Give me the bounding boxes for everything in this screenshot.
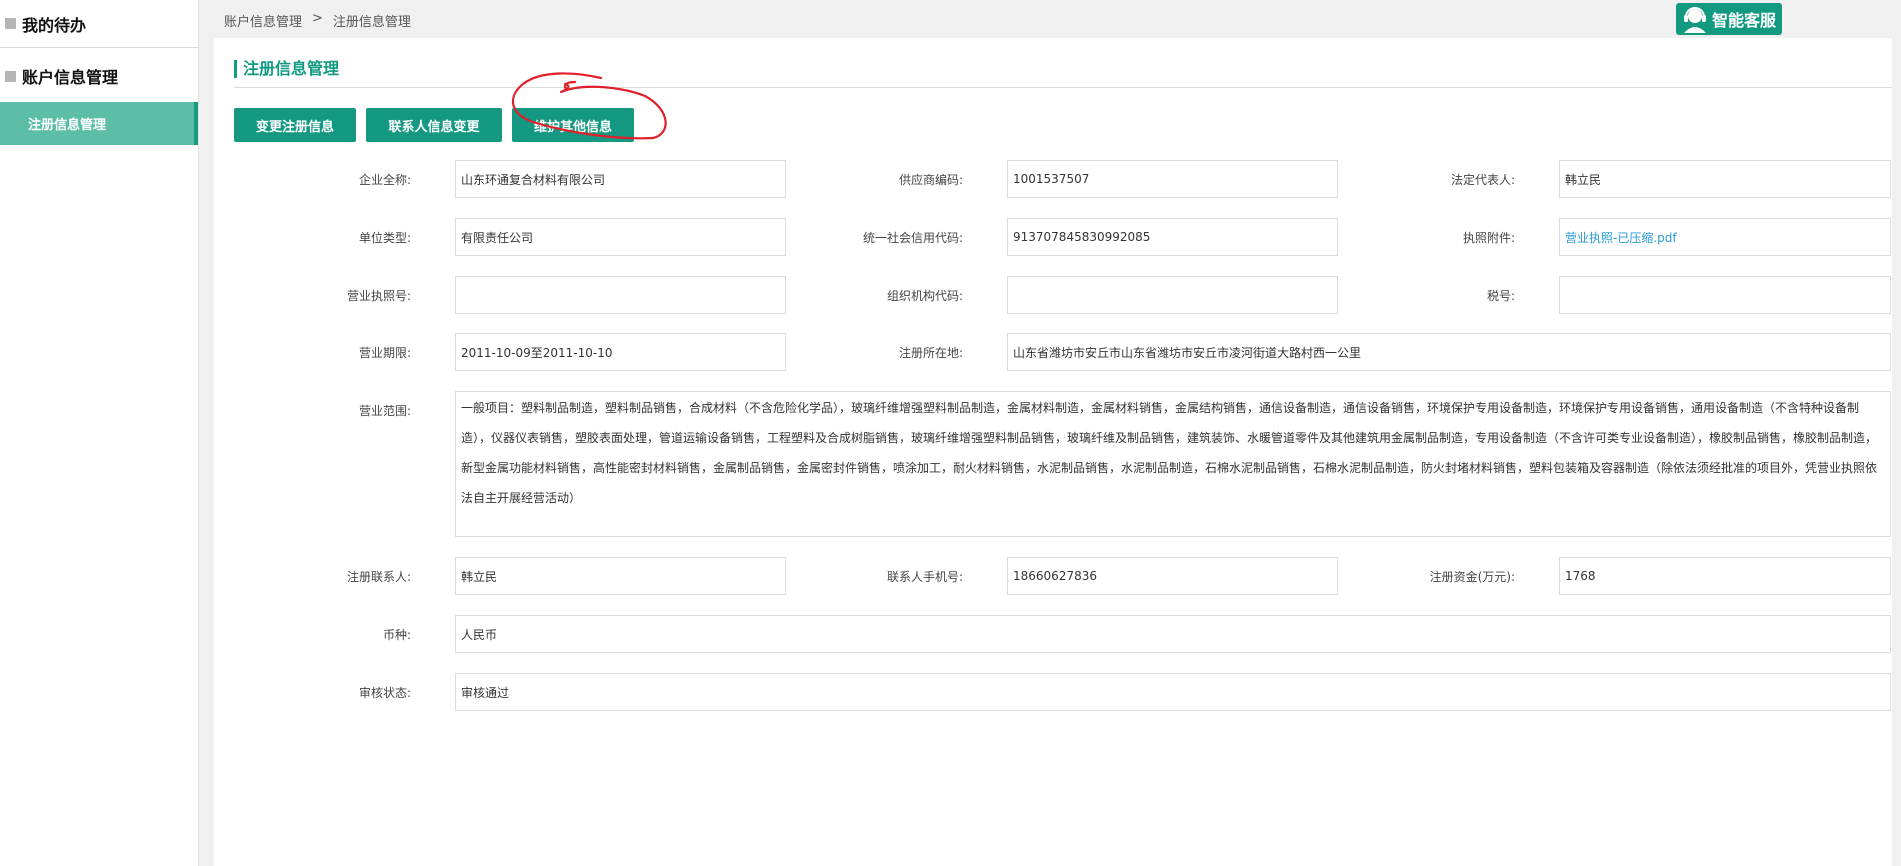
company-name-field: 山东环通复合材料有限公司 (455, 160, 786, 198)
supplier-code-label: 供应商编码: (898, 173, 963, 187)
license-number-field (455, 276, 786, 314)
breadcrumb: 账户信息管理 > 注册信息管理 (224, 11, 411, 30)
main-panel: 注册信息管理 变更注册信息 联系人信息变更 维护其他信息 企业全称: 山东环通复… (214, 38, 1892, 866)
legal-rep-label: 法定代表人: (1450, 173, 1515, 187)
sidebar-group-todo[interactable]: 我的待办 (0, 0, 198, 48)
customer-service-icon (1684, 7, 1706, 33)
legal-rep-field: 韩立民 (1559, 160, 1891, 198)
license-number-label: 营业执照号: (346, 289, 411, 303)
tax-number-field (1559, 276, 1891, 314)
smart-service-button[interactable]: 智能客服 (1676, 3, 1782, 35)
registered-contact-field: 韩立民 (455, 557, 786, 595)
unit-type-label: 单位类型: (358, 231, 411, 245)
org-code-label: 组织机构代码: (886, 289, 963, 303)
tax-number-label: 税号: (1486, 289, 1515, 303)
audit-status-label: 审核状态: (358, 686, 411, 700)
unit-type-field: 有限责任公司 (455, 218, 786, 256)
credit-code-field: 913707845830992085 (1007, 218, 1338, 256)
change-registration-button[interactable]: 变更注册信息 (234, 108, 356, 142)
currency-field: 人民币 (455, 615, 1891, 653)
company-name-label: 企业全称: (358, 173, 411, 187)
breadcrumb-current: 注册信息管理 (332, 15, 411, 30)
page-title-text: 注册信息管理 (234, 60, 1892, 78)
supplier-code-field: 1001537507 (1007, 160, 1338, 198)
contact-phone-label: 联系人手机号: (886, 570, 963, 584)
breadcrumb-root[interactable]: 账户信息管理 (224, 11, 302, 30)
sidebar: 我的待办 账户信息管理 注册信息管理 (0, 0, 199, 866)
business-scope-label: 营业范围: (358, 404, 411, 418)
page-title: 注册信息管理 (234, 60, 1892, 88)
business-scope-field: 一般项目：塑料制品制造，塑料制品销售，合成材料（不含危险化学品），玻璃纤维增强塑… (455, 391, 1891, 537)
business-period-label: 营业期限: (358, 346, 411, 360)
license-attachment-link[interactable]: 营业执照-已压缩.pdf (1559, 218, 1891, 256)
square-icon (5, 18, 16, 29)
credit-code-label: 统一社会信用代码: (862, 231, 963, 245)
smart-service-label: 智能客服 (1712, 11, 1777, 30)
change-contact-button[interactable]: 联系人信息变更 (366, 108, 502, 142)
currency-label: 币种: (382, 628, 411, 642)
audit-status-field: 审核通过 (455, 673, 1891, 711)
breadcrumb-separator: > (312, 11, 323, 26)
registered-address-field: 山东省潍坊市安丘市山东省潍坊市安丘市凌河街道大路村西一公里 (1007, 333, 1891, 371)
org-code-field (1007, 276, 1338, 314)
sidebar-group-label: 我的待办 (22, 15, 87, 35)
business-period-field: 2011-10-09至2011-10-10 (455, 333, 786, 371)
registered-contact-label: 注册联系人: (346, 570, 411, 584)
sidebar-group-account[interactable]: 账户信息管理 (0, 50, 198, 102)
top-bar: 账户信息管理 > 注册信息管理 (199, 0, 1901, 38)
registered-address-label: 注册所在地: (898, 346, 963, 360)
sidebar-item-label: 注册信息管理 (28, 118, 107, 133)
contact-phone-field: 18660627836 (1007, 557, 1338, 595)
sidebar-group-label: 账户信息管理 (22, 68, 119, 87)
sidebar-item-registration-info[interactable]: 注册信息管理 (0, 102, 198, 145)
registered-capital-field: 1768 (1559, 557, 1891, 595)
license-attachment-label: 执照附件: (1462, 231, 1515, 245)
registered-capital-label: 注册资金(万元): (1429, 570, 1515, 584)
square-icon (5, 70, 16, 82)
maintain-other-info-button[interactable]: 维护其他信息 (512, 108, 634, 142)
